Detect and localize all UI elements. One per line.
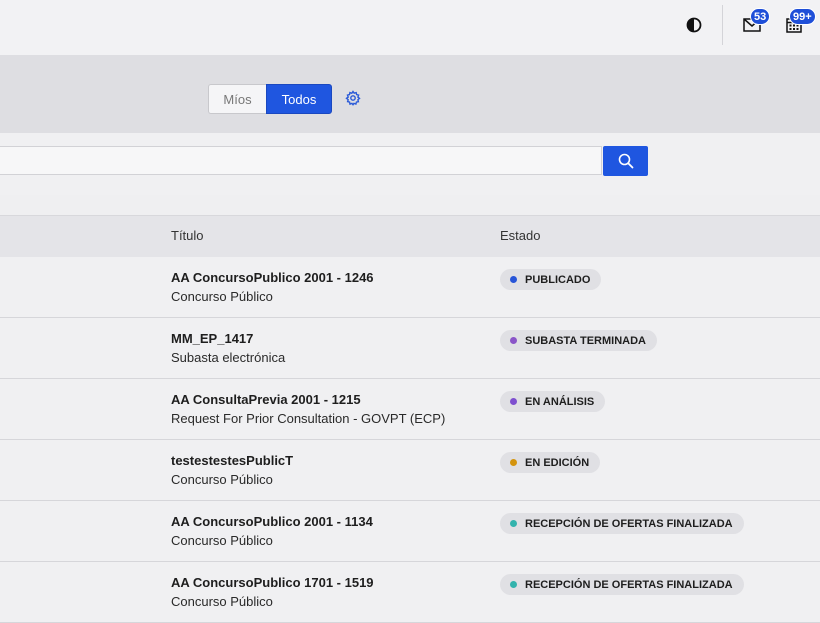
row-type: Request For Prior Consultation - GOVPT (… [171,411,446,426]
status-dot [510,337,517,344]
row-type: Subasta electrónica [171,350,286,365]
filter-mine-button[interactable]: Míos [208,84,266,114]
status-badge: EN ANÁLISIS [500,391,606,412]
status-dot [510,520,517,527]
search-icon [618,153,633,169]
calendar-badge: 99+ [789,8,816,25]
status-badge: EN EDICIÓN [500,452,601,473]
column-header-title[interactable]: Título [171,228,204,243]
header-divider [722,5,723,45]
status-dot [510,581,517,588]
search-button[interactable] [603,146,648,176]
row-type: Concurso Público [171,472,273,487]
row-title: MM_EP_1417 [171,331,254,346]
status-badge: PUBLICADO [500,269,602,290]
contrast-icon [686,17,702,33]
status-label: RECEPCIÓN DE OFERTAS FINALIZADA [525,578,733,591]
mail-badge: 53 [750,8,771,25]
row-title: AA ConcursoPublico 2001 - 1134 [171,514,373,529]
table-row[interactable]: AA ConsultaPrevia 2001 - 1215 Request Fo… [0,379,820,440]
row-title: AA ConcursoPublico 2001 - 1246 [171,270,374,285]
table-row[interactable]: AA ConcursoPublico 2001 - 1246 Concurso … [0,257,820,318]
status-label: PUBLICADO [525,273,591,286]
table-row[interactable]: AA ConcursoPublico 1701 - 1519 Concurso … [0,562,820,623]
table-row[interactable]: testestestesPublicT Concurso Público EN … [0,440,820,501]
row-title: AA ConcursoPublico 1701 - 1519 [171,575,374,590]
status-badge: SUBASTA TERMINADA [500,330,657,351]
table-row[interactable]: MM_EP_1417 Subasta electrónica SUBASTA T… [0,318,820,379]
row-title: testestestesPublicT [171,453,294,468]
search-input[interactable] [0,146,602,175]
row-type: Concurso Público [171,289,273,304]
table-row[interactable]: AA ConcursoPublico 2001 - 1134 Concurso … [0,501,820,562]
status-label: EN ANÁLISIS [525,395,595,408]
theme-toggle-button[interactable] [679,10,709,40]
gear-icon[interactable] [345,90,361,106]
status-label: RECEPCIÓN DE OFERTAS FINALIZADA [525,517,733,530]
status-badge: RECEPCIÓN DE OFERTAS FINALIZADA [500,513,744,534]
ownership-toggle: Míos Todos [208,84,332,114]
row-title: AA ConsultaPrevia 2001 - 1215 [171,392,361,407]
status-dot [510,398,517,405]
row-type: Concurso Público [171,533,273,548]
filter-band [0,55,820,133]
status-dot [510,459,517,466]
status-badge: RECEPCIÓN DE OFERTAS FINALIZADA [500,574,744,595]
status-label: EN EDICIÓN [525,456,590,469]
top-bar: 53 99+ [0,0,820,55]
status-label: SUBASTA TERMINADA [525,334,646,347]
status-dot [510,276,517,283]
row-type: Concurso Público [171,594,273,609]
table-header: Título Estado [0,215,820,258]
filter-all-button[interactable]: Todos [266,84,332,114]
column-header-status[interactable]: Estado [500,228,540,243]
